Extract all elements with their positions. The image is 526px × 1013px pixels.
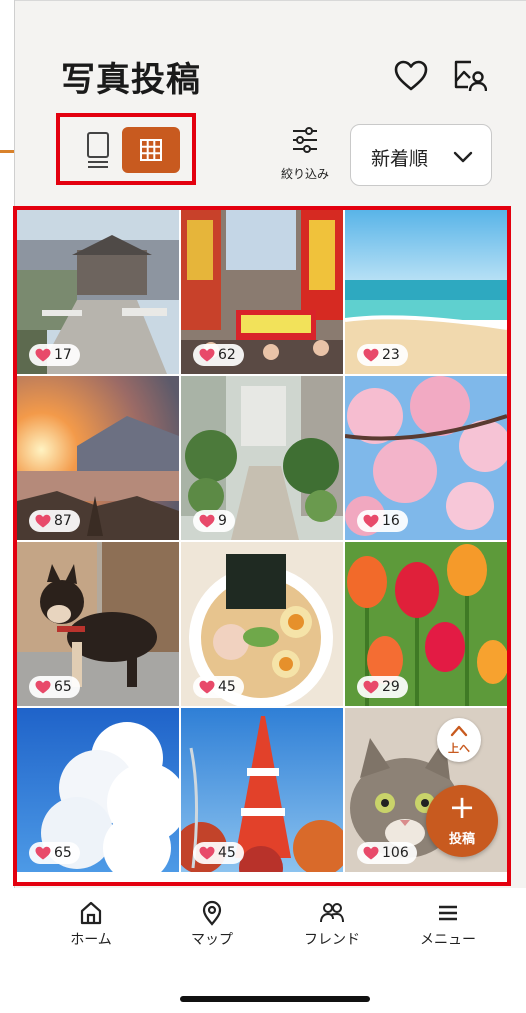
like-count: 29 bbox=[382, 679, 400, 695]
chevron-down-icon bbox=[453, 151, 473, 163]
like-count: 45 bbox=[218, 679, 236, 695]
like-badge: 23 bbox=[357, 344, 408, 366]
like-count: 45 bbox=[218, 845, 236, 861]
like-count: 87 bbox=[54, 513, 72, 529]
photo-tile[interactable]: 45 bbox=[181, 542, 343, 706]
like-badge: 87 bbox=[29, 510, 80, 532]
post-button-label: 投稿 bbox=[448, 832, 475, 847]
like-count: 62 bbox=[218, 347, 236, 363]
filter-sliders-icon bbox=[293, 127, 317, 153]
list-view-icon[interactable] bbox=[78, 129, 118, 171]
like-count: 65 bbox=[54, 679, 72, 695]
heart-filled-icon bbox=[363, 348, 379, 362]
page-title: 写真投稿 bbox=[61, 60, 201, 100]
like-count: 106 bbox=[382, 845, 409, 861]
scroll-top-label: 上へ bbox=[448, 742, 470, 755]
heart-filled-icon bbox=[35, 348, 51, 362]
filter-button[interactable]: 絞り込み bbox=[275, 123, 335, 183]
like-badge: 45 bbox=[193, 842, 244, 864]
photo-tile[interactable]: 45 bbox=[181, 708, 343, 872]
like-badge: 106 bbox=[357, 842, 417, 864]
post-button[interactable]: + 投稿 bbox=[426, 785, 498, 857]
friends-icon bbox=[320, 903, 344, 923]
photo-tile[interactable]: 62 bbox=[181, 210, 343, 374]
photo-tile[interactable]: 9 bbox=[181, 376, 343, 540]
like-badge: 45 bbox=[193, 676, 244, 698]
like-badge: 62 bbox=[193, 344, 244, 366]
filter-label: 絞り込み bbox=[280, 167, 329, 181]
home-indicator bbox=[180, 996, 370, 1002]
heart-filled-icon bbox=[199, 680, 215, 694]
nav-label: フレンド bbox=[304, 932, 360, 948]
bottom-nav: ホーム マップ フレンド メニュー bbox=[14, 888, 526, 1013]
nav-map[interactable]: マップ bbox=[167, 900, 257, 949]
like-badge: 16 bbox=[357, 510, 408, 532]
view-toggle bbox=[56, 113, 196, 185]
like-count: 9 bbox=[218, 513, 227, 529]
menu-icon bbox=[439, 905, 457, 921]
nav-home[interactable]: ホーム bbox=[46, 900, 136, 949]
scroll-top-button[interactable]: 上へ bbox=[437, 718, 481, 762]
photo-tile[interactable]: 65 bbox=[17, 708, 179, 872]
like-count: 23 bbox=[382, 347, 400, 363]
heart-filled-icon bbox=[199, 514, 215, 528]
sort-dropdown[interactable]: 新着順 bbox=[350, 124, 492, 186]
heart-filled-icon bbox=[199, 846, 215, 860]
heart-filled-icon bbox=[363, 680, 379, 694]
nav-menu[interactable]: メニュー bbox=[403, 900, 493, 949]
sort-label: 新着順 bbox=[371, 148, 429, 170]
heart-filled-icon bbox=[35, 514, 51, 528]
map-pin-icon bbox=[202, 900, 222, 926]
grid-view-button[interactable] bbox=[122, 127, 180, 173]
like-badge: 9 bbox=[193, 510, 235, 532]
like-count: 65 bbox=[54, 845, 72, 861]
home-icon bbox=[80, 901, 102, 925]
gallery-person-icon[interactable] bbox=[451, 58, 487, 94]
like-count: 16 bbox=[382, 513, 400, 529]
grid-view-icon bbox=[140, 139, 162, 161]
heart-filled-icon bbox=[35, 846, 51, 860]
heart-filled-icon bbox=[363, 846, 379, 860]
nav-label: ホーム bbox=[70, 932, 112, 948]
like-badge: 17 bbox=[29, 344, 80, 366]
heart-filled-icon bbox=[35, 680, 51, 694]
heart-filled-icon bbox=[199, 348, 215, 362]
like-badge: 29 bbox=[357, 676, 408, 698]
like-badge: 65 bbox=[29, 676, 80, 698]
top-divider bbox=[15, 0, 526, 1]
photo-tile[interactable]: 17 bbox=[17, 210, 179, 374]
heart-filled-icon bbox=[363, 514, 379, 528]
chevron-up-icon bbox=[450, 725, 468, 737]
like-badge: 65 bbox=[29, 842, 80, 864]
photo-tile[interactable]: 65 bbox=[17, 542, 179, 706]
photo-tile[interactable]: 29 bbox=[345, 542, 507, 706]
nav-friends[interactable]: フレンド bbox=[287, 900, 377, 949]
nav-label: メニュー bbox=[420, 932, 476, 948]
photo-tile[interactable]: 16 bbox=[345, 376, 507, 540]
photo-tile[interactable]: 87 bbox=[17, 376, 179, 540]
nav-label: マップ bbox=[191, 932, 233, 948]
photo-grid: 17 62 23 87 9 16 65 45 29 65 45 106 bbox=[13, 206, 511, 886]
photo-tile[interactable]: 23 bbox=[345, 210, 507, 374]
like-count: 17 bbox=[54, 347, 72, 363]
plus-icon: + bbox=[448, 788, 476, 826]
heart-icon[interactable] bbox=[393, 58, 429, 94]
